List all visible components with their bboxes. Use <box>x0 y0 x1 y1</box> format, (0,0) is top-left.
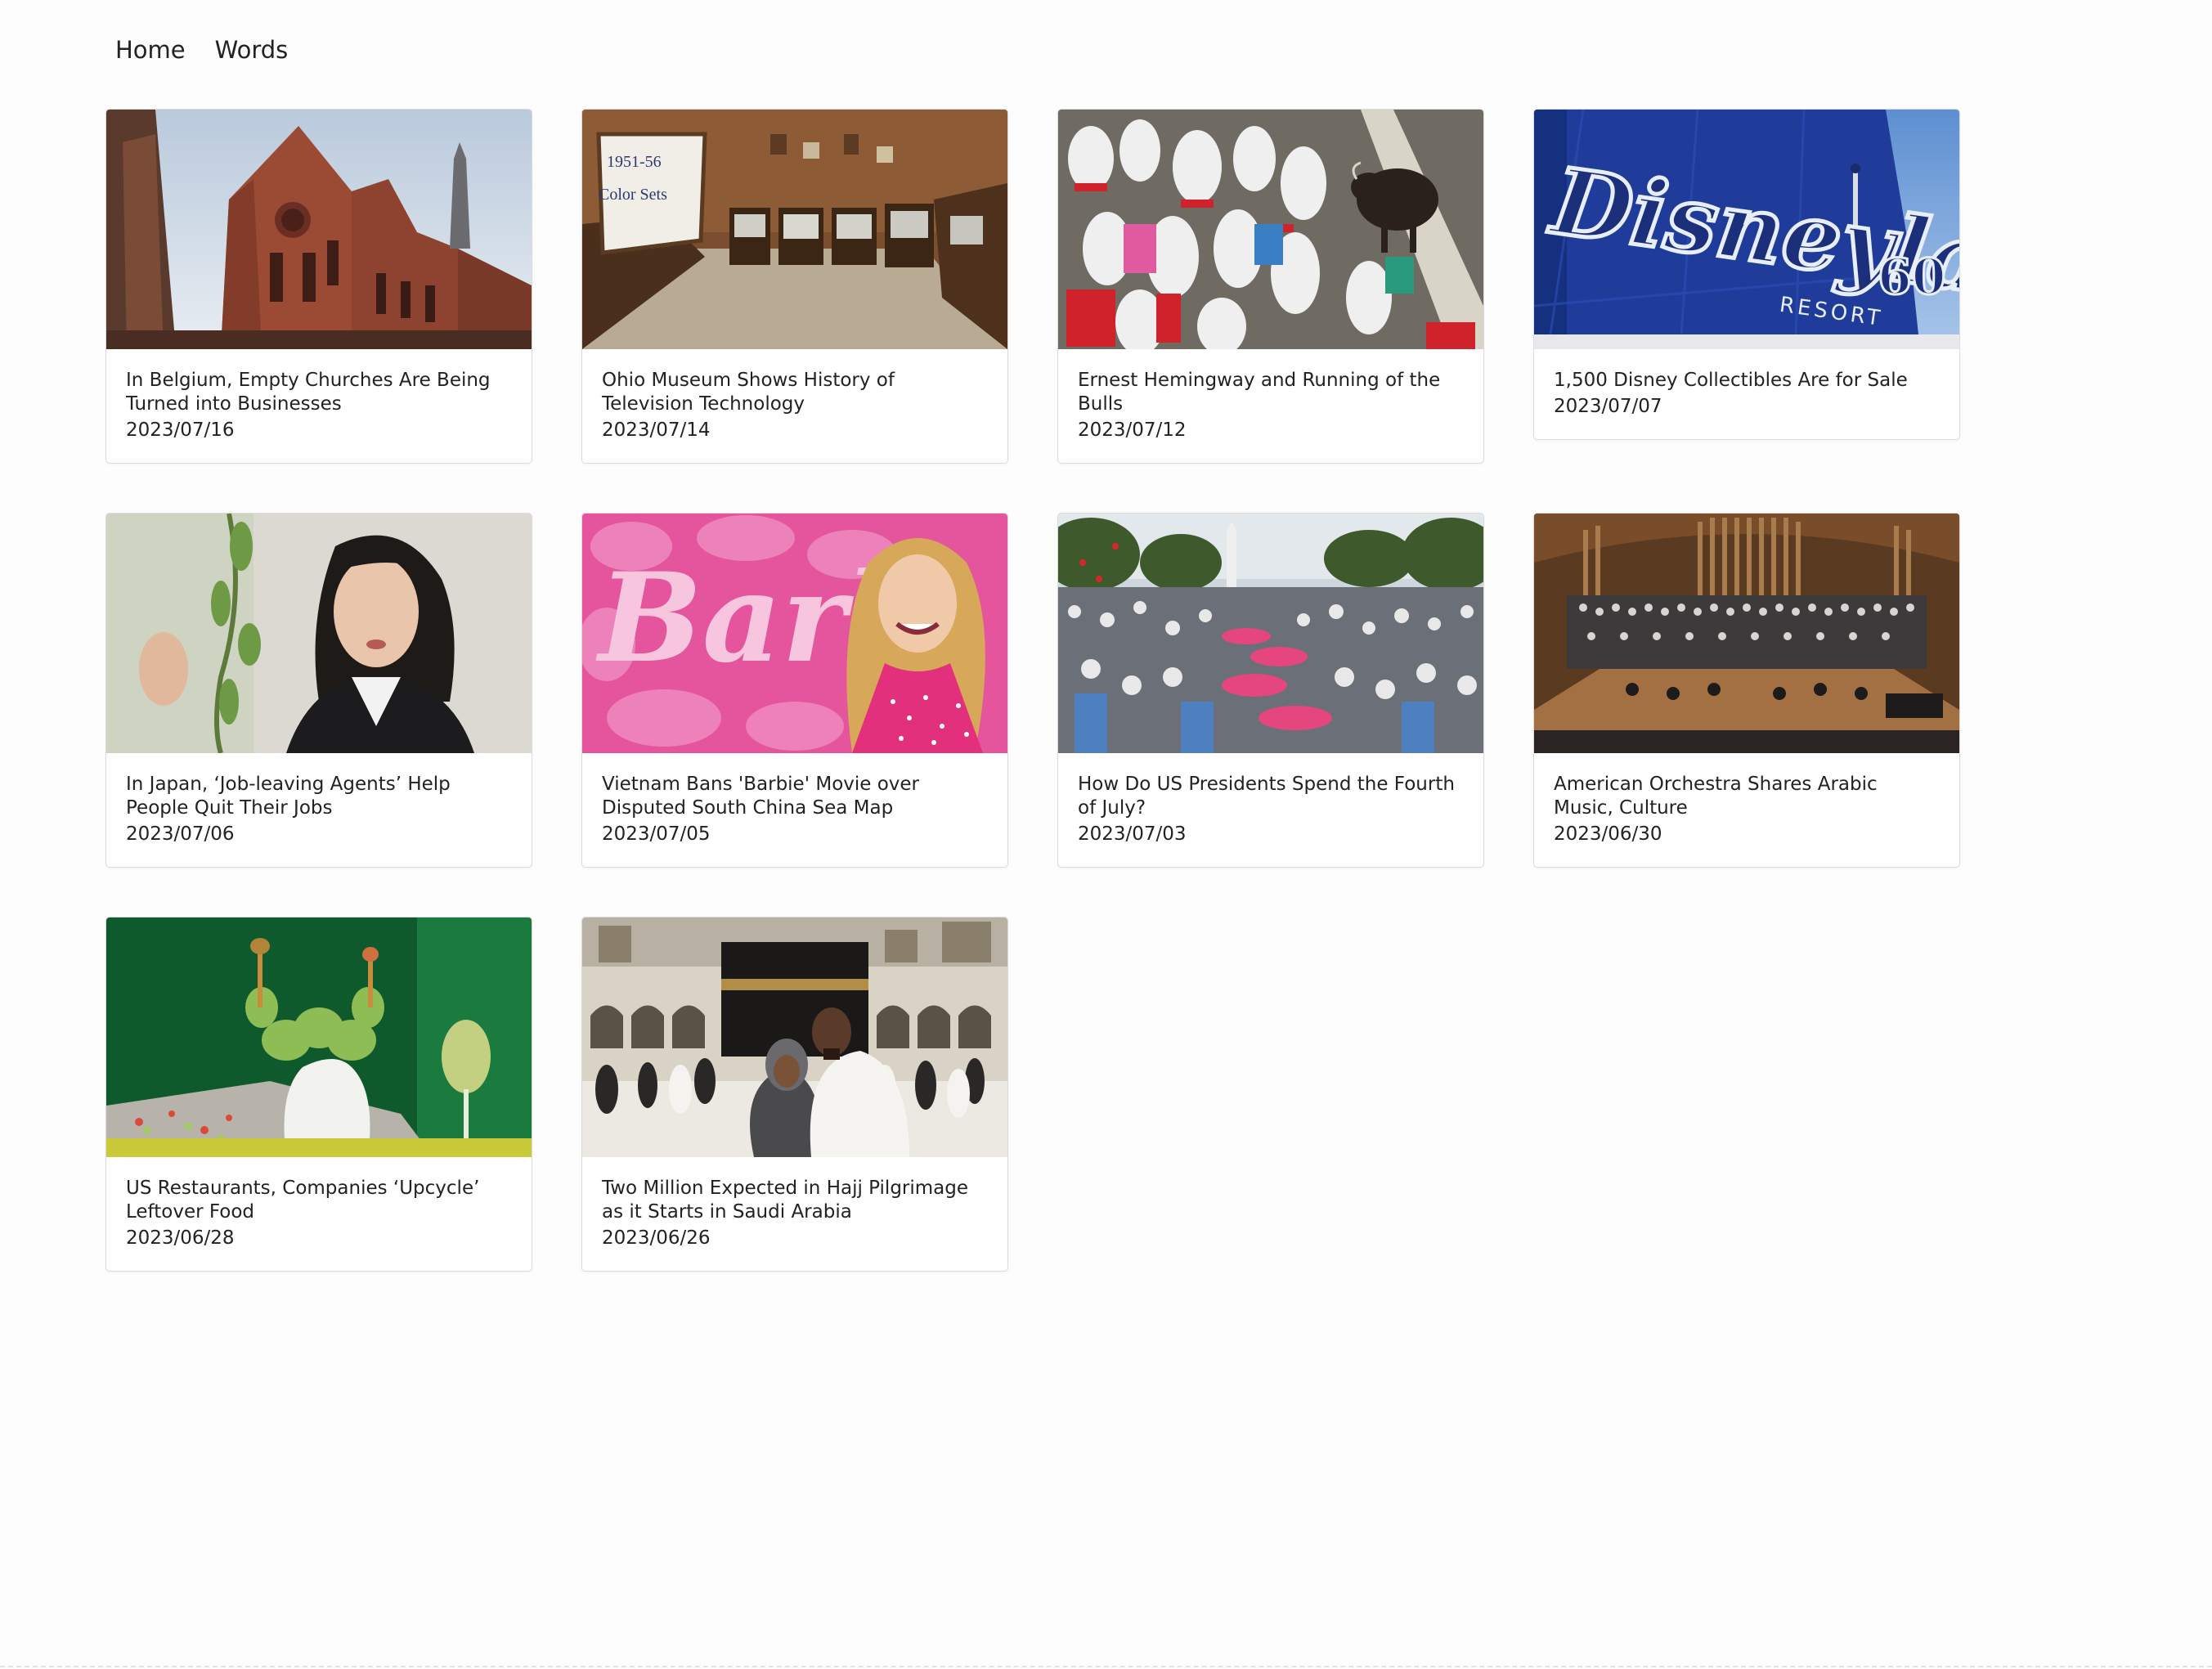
disneyland-sign-photo: Disneyland 60 RESORT <box>1534 110 1959 349</box>
article-date: 2023/07/12 <box>1078 419 1187 441</box>
nav-words-link[interactable]: Words <box>215 36 289 64</box>
article-grid: In Belgium, Empty Churches Are Being Tur… <box>105 109 1960 1272</box>
article-card-body: In Japan, ‘Job-leaving Agents’ Help Peop… <box>106 753 532 867</box>
tv-museum-sign-label: Color Sets <box>599 186 667 204</box>
article-title[interactable]: Ohio Museum Shows History of Television … <box>602 369 988 416</box>
top-nav: Home Words <box>115 36 288 64</box>
article-card-body: American Orchestra Shares Arabic Music, … <box>1534 753 1959 867</box>
article-title[interactable]: Vietnam Bans 'Barbie' Movie over Dispute… <box>602 773 988 820</box>
article-card[interactable]: Ernest Hemingway and Running of the Bull… <box>1057 109 1484 464</box>
article-card[interactable]: How Do US Presidents Spend the Fourth of… <box>1057 513 1484 868</box>
page-bottom-divider <box>0 1666 2212 1667</box>
article-card[interactable]: American Orchestra Shares Arabic Music, … <box>1533 513 1960 868</box>
article-card-body: Ernest Hemingway and Running of the Bull… <box>1058 349 1483 463</box>
article-title[interactable]: How Do US Presidents Spend the Fourth of… <box>1078 773 1464 820</box>
article-card-body: Ohio Museum Shows History of Television … <box>582 349 1007 463</box>
article-image-woman-speaking[interactable] <box>106 514 532 753</box>
orchestra-hall-photo <box>1534 514 1959 753</box>
white-house-crowd-photo <box>1058 514 1483 753</box>
article-date: 2023/07/07 <box>1554 396 1662 417</box>
article-card-body: How Do US Presidents Spend the Fourth of… <box>1058 753 1483 867</box>
article-date: 2023/07/14 <box>602 419 711 441</box>
article-date: 2023/06/28 <box>126 1227 235 1249</box>
article-card[interactable]: 1951-56 Color Sets Ohio Museum Shows His… <box>581 109 1008 464</box>
article-card[interactable]: In Japan, ‘Job-leaving Agents’ Help Peop… <box>105 513 532 868</box>
woman-speaking-photo <box>106 514 532 753</box>
article-date: 2023/06/30 <box>1554 823 1662 845</box>
article-card[interactable]: US Restaurants, Companies ‘Upcycle’ Left… <box>105 917 532 1272</box>
article-card-body: US Restaurants, Companies ‘Upcycle’ Left… <box>106 1157 532 1271</box>
article-card[interactable]: Barb Vietnam Bans 'Barbie' Movie over Di… <box>581 513 1008 868</box>
tv-museum-photo: 1951-56 Color Sets <box>582 110 1007 349</box>
article-title[interactable]: In Japan, ‘Job-leaving Agents’ Help Peop… <box>126 773 512 820</box>
article-date: 2023/07/03 <box>1078 823 1187 845</box>
article-card[interactable]: Disneyland 60 RESORT 1,500 Disney Collec… <box>1533 109 1960 440</box>
article-card-body: In Belgium, Empty Churches Are Being Tur… <box>106 349 532 463</box>
article-card[interactable]: In Belgium, Empty Churches Are Being Tur… <box>105 109 532 464</box>
article-image-disneyland[interactable]: Disneyland 60 RESORT <box>1534 110 1959 349</box>
article-card[interactable]: Two Million Expected in Hajj Pilgrimage … <box>581 917 1008 1272</box>
disneyland-sign-60: 60 <box>1878 249 1946 306</box>
article-image-orchestra[interactable] <box>1534 514 1959 753</box>
article-image-bull-run[interactable] <box>1058 110 1483 349</box>
article-title[interactable]: Ernest Hemingway and Running of the Bull… <box>1078 369 1464 416</box>
article-image-barbie[interactable]: Barb <box>582 514 1007 753</box>
bull-run-photo <box>1058 110 1483 349</box>
tv-museum-sign-year: 1951-56 <box>607 153 662 171</box>
article-date: 2023/06/26 <box>602 1227 711 1249</box>
article-date: 2023/07/06 <box>126 823 235 845</box>
article-card-body: 1,500 Disney Collectibles Are for Sale 2… <box>1534 349 1959 439</box>
church-photo <box>106 110 532 349</box>
food-platter-photo <box>106 918 532 1157</box>
article-image-tv-museum[interactable]: 1951-56 Color Sets <box>582 110 1007 349</box>
article-title[interactable]: US Restaurants, Companies ‘Upcycle’ Left… <box>126 1177 512 1224</box>
article-card-body: Two Million Expected in Hajj Pilgrimage … <box>582 1157 1007 1271</box>
article-date: 2023/07/16 <box>126 419 235 441</box>
kaaba-pilgrims-photo <box>582 918 1007 1157</box>
article-title[interactable]: 1,500 Disney Collectibles Are for Sale <box>1554 369 1940 393</box>
article-title[interactable]: In Belgium, Empty Churches Are Being Tur… <box>126 369 512 416</box>
barbie-premiere-photo: Barb <box>582 514 1007 753</box>
article-image-food[interactable] <box>106 918 532 1157</box>
article-date: 2023/07/05 <box>602 823 711 845</box>
article-image-church[interactable] <box>106 110 532 349</box>
article-title[interactable]: American Orchestra Shares Arabic Music, … <box>1554 773 1940 820</box>
article-image-kaaba[interactable] <box>582 918 1007 1157</box>
nav-home-link[interactable]: Home <box>115 36 186 64</box>
article-image-white-house[interactable] <box>1058 514 1483 753</box>
article-title[interactable]: Two Million Expected in Hajj Pilgrimage … <box>602 1177 988 1224</box>
article-card-body: Vietnam Bans 'Barbie' Movie over Dispute… <box>582 753 1007 867</box>
